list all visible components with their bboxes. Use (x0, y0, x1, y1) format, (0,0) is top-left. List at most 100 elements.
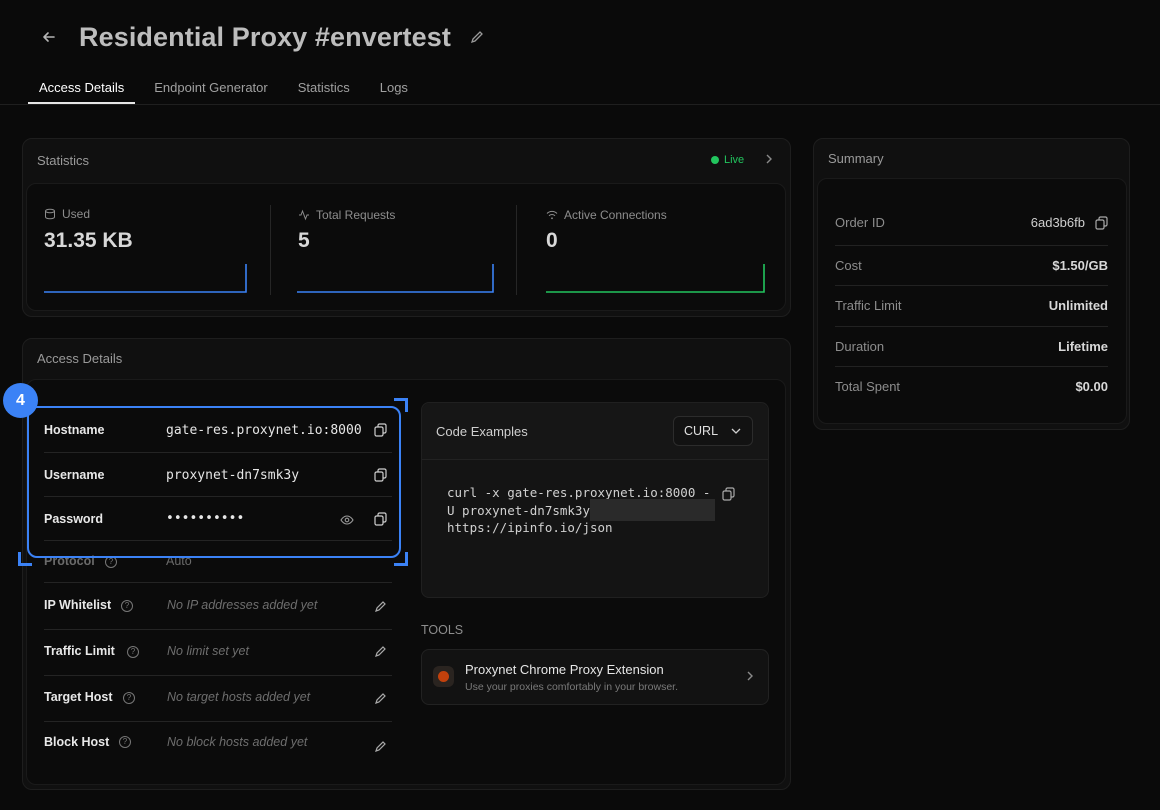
chrome-extension-item[interactable] (421, 649, 769, 705)
ip-whitelist-label: IP Whitelist (44, 598, 112, 612)
page-title: Residential Proxy #envertest (79, 22, 451, 52)
row-divider (44, 629, 392, 630)
stat-divider (270, 205, 271, 295)
row-divider (44, 675, 392, 676)
order-id-value: 6ad3b6fb (1030, 215, 1085, 230)
ip-whitelist-value: No IP addresses added yet (167, 598, 318, 612)
stat-divider (516, 205, 517, 295)
summary-divider (835, 366, 1108, 367)
live-label: Live (724, 154, 745, 166)
summary-label: Total Spent (835, 379, 901, 394)
activity-icon (299, 209, 309, 221)
redacted-area (590, 499, 715, 521)
stat-total-requests-label: Total Requests (316, 208, 396, 222)
summary-divider (835, 245, 1108, 246)
summary-value: Unlimited (1048, 298, 1108, 313)
stat-active-connections-label: Active Connections (564, 208, 667, 222)
chrome-extension-subtitle: Use your proxies comfortably in your bro… (465, 681, 678, 693)
stat-total-requests: Total Requests (298, 208, 395, 222)
statistics-expand-button[interactable] (764, 152, 774, 169)
summary-row-traffic-limit: Traffic Limit Unlimited (835, 298, 1108, 313)
target-host-value: No target hosts added yet (167, 690, 311, 704)
summary-divider (835, 285, 1108, 286)
language-select-value: CURL (684, 424, 719, 438)
block-host-label: Block Host (44, 735, 110, 749)
stat-used-value: 31.35 KB (44, 229, 133, 252)
chevron-right-icon (745, 669, 755, 688)
statistics-title: Statistics (37, 153, 90, 168)
summary-label: Cost (835, 258, 862, 273)
used-sparkline (44, 264, 247, 293)
requests-sparkline (297, 264, 494, 293)
row-divider (44, 582, 392, 583)
chrome-extension-icon (433, 666, 454, 687)
highlight-box (27, 406, 401, 558)
edit-traffic-limit-button[interactable] (374, 645, 387, 663)
target-host-label: Target Host (44, 690, 113, 704)
block-host-value: No block hosts added yet (167, 735, 308, 749)
code-line: https://ipinfo.io/json (447, 520, 613, 535)
tab-logs[interactable]: Logs (369, 68, 419, 104)
tab-endpoint-generator[interactable]: Endpoint Generator (143, 68, 278, 104)
pencil-icon (375, 601, 386, 612)
summary-row-duration: Duration Lifetime (835, 339, 1108, 354)
edit-block-host-button[interactable] (374, 740, 387, 758)
chevron-down-icon (731, 428, 741, 434)
access-details-title: Access Details (37, 351, 123, 366)
highlight-corner (394, 398, 408, 412)
step-badge: 4 (3, 383, 38, 418)
arrow-left-icon (43, 32, 55, 42)
summary-label: Order ID (835, 215, 885, 230)
pencil-icon (375, 741, 386, 752)
copy-icon[interactable] (1095, 215, 1108, 230)
summary-divider (835, 326, 1108, 327)
block-host-help-icon[interactable]: ? (119, 736, 131, 748)
edit-title-button[interactable] (469, 29, 485, 45)
highlight-corner (18, 552, 32, 566)
highlight-corner (394, 552, 408, 566)
summary-label: Traffic Limit (835, 298, 902, 313)
summary-value: Lifetime (1058, 339, 1108, 354)
database-icon (45, 208, 55, 220)
stat-total-requests-value: 5 (298, 229, 310, 252)
pencil-icon (375, 693, 386, 704)
wifi-icon (546, 210, 558, 220)
traffic-limit-help-icon[interactable]: ? (127, 646, 139, 658)
traffic-limit-label: Traffic Limit (44, 644, 115, 658)
live-indicator: Live (711, 154, 744, 166)
chrome-extension-title: Proxynet Chrome Proxy Extension (465, 662, 664, 677)
stat-active-connections-value: 0 (546, 229, 558, 252)
tab-statistics[interactable]: Statistics (287, 68, 361, 104)
code-line: U proxynet-dn7smk3y (447, 503, 590, 518)
copy-code-button[interactable] (722, 487, 735, 506)
tools-heading: TOOLS (421, 623, 464, 637)
pencil-icon (375, 646, 386, 657)
summary-label: Duration (835, 339, 885, 354)
tab-divider (0, 104, 1160, 105)
tab-bar: Access Details Endpoint Generator Statis… (28, 68, 427, 106)
stat-used-label: Used (62, 207, 91, 221)
pencil-icon (470, 31, 483, 44)
ip-whitelist-help-icon[interactable]: ? (121, 600, 133, 612)
tab-access-details[interactable]: Access Details (28, 68, 136, 104)
copy-icon (722, 487, 735, 501)
connections-sparkline (546, 264, 765, 293)
edit-ip-whitelist-button[interactable] (374, 600, 387, 618)
stat-active-connections: Active Connections (546, 208, 667, 222)
live-dot-icon (711, 156, 719, 164)
summary-value: $0.00 (1075, 379, 1108, 394)
summary-row-order-id: Order ID 6ad3b6fb (835, 215, 1108, 230)
traffic-limit-value: No limit set yet (167, 644, 249, 658)
back-button[interactable] (40, 28, 60, 48)
row-divider (44, 721, 392, 722)
summary-row-total-spent: Total Spent $0.00 (835, 379, 1108, 394)
language-select[interactable]: CURL (673, 416, 753, 446)
edit-target-host-button[interactable] (374, 692, 387, 710)
chevron-right-icon (766, 154, 772, 164)
stat-used: Used (44, 207, 90, 221)
summary-title: Summary (828, 151, 884, 166)
summary-value: $1.50/GB (1052, 258, 1108, 273)
summary-row-cost: Cost $1.50/GB (835, 258, 1108, 273)
target-host-help-icon[interactable]: ? (123, 692, 135, 704)
code-examples-title: Code Examples (436, 424, 528, 439)
